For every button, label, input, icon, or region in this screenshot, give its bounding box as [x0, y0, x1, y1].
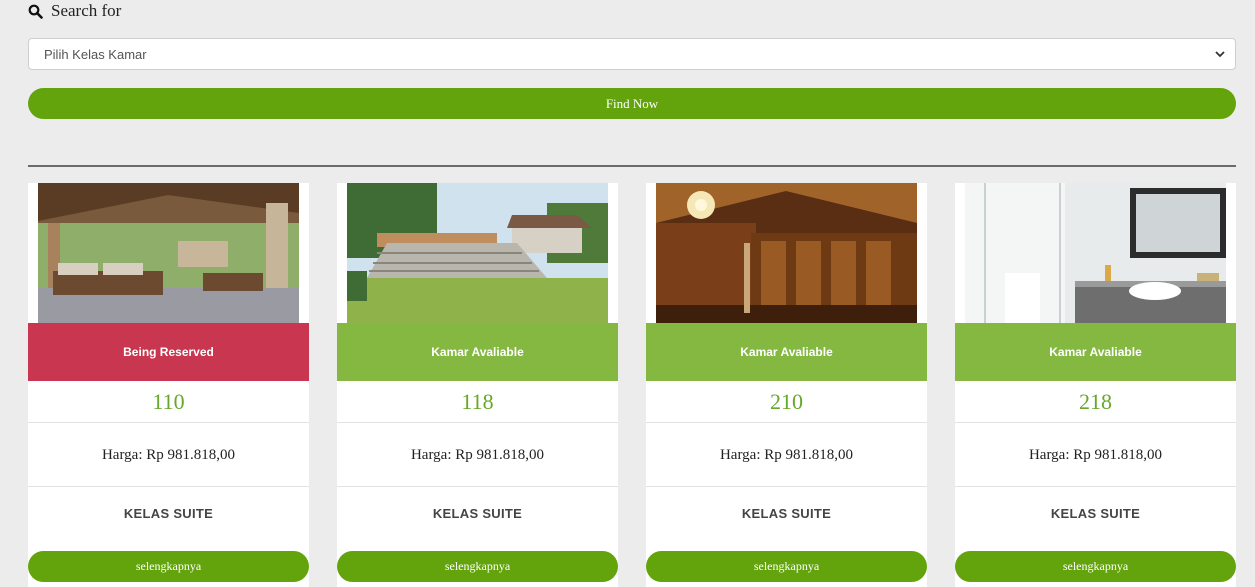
search-heading: Search for — [28, 0, 121, 22]
details-button[interactable]: selengkapnya — [646, 551, 927, 582]
room-number: 110 — [28, 381, 309, 423]
room-class-select[interactable]: Pilih Kelas Kamar — [28, 38, 1236, 70]
room-card: Kamar Avaliable 218 Harga: Rp 981.818,00… — [955, 183, 1236, 587]
room-card: Kamar Avaliable 118 Harga: Rp 981.818,00… — [337, 183, 618, 587]
room-class-select-value: Pilih Kelas Kamar — [44, 46, 147, 62]
room-photo — [965, 183, 1226, 323]
room-class: KELAS SUITE — [123, 505, 214, 521]
details-button[interactable]: selengkapnya — [955, 551, 1236, 582]
room-card: Kamar Avaliable 210 Harga: Rp 981.818,00… — [646, 183, 927, 587]
room-status: Kamar Avaliable — [337, 323, 618, 381]
room-photo — [38, 183, 299, 323]
room-number: 218 — [955, 381, 1236, 423]
room-price: Harga: Rp 981.818,00 — [646, 424, 927, 487]
details-button[interactable]: selengkapnya — [337, 551, 618, 582]
room-class: KELAS SUITE — [741, 505, 832, 521]
room-class: KELAS SUITE — [432, 505, 523, 521]
room-photo — [656, 183, 917, 323]
room-status: Kamar Avaliable — [646, 323, 927, 381]
room-price: Harga: Rp 981.818,00 — [337, 424, 618, 487]
room-class: KELAS SUITE — [1050, 505, 1141, 521]
room-price: Harga: Rp 981.818,00 — [28, 424, 309, 487]
find-now-button[interactable]: Find Now — [28, 88, 1236, 119]
details-button[interactable]: selengkapnya — [28, 551, 309, 582]
section-divider — [28, 165, 1236, 167]
room-number: 118 — [337, 381, 618, 423]
room-price: Harga: Rp 981.818,00 — [955, 424, 1236, 487]
room-photo — [347, 183, 608, 323]
room-status: Kamar Avaliable — [955, 323, 1236, 381]
room-card: Being Reserved 110 Harga: Rp 981.818,00 … — [28, 183, 309, 587]
search-icon — [28, 4, 43, 19]
search-heading-label: Search for — [51, 1, 122, 20]
room-number: 210 — [646, 381, 927, 423]
room-status: Being Reserved — [28, 323, 309, 381]
chevron-down-icon — [1215, 51, 1225, 58]
